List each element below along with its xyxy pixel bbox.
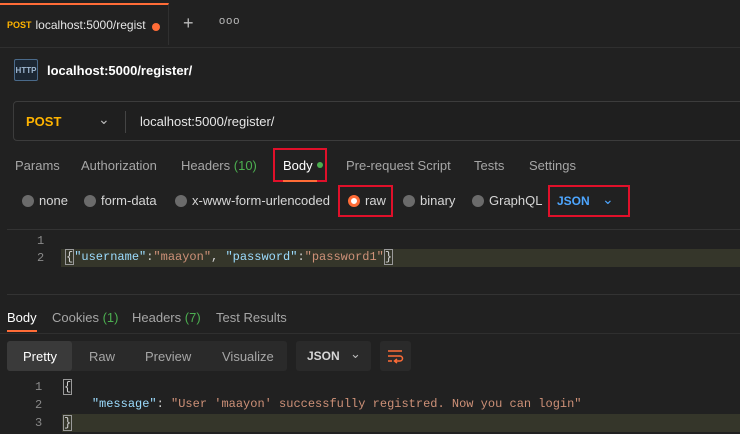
request-name[interactable]: localhost:5000/register/ [47, 63, 192, 78]
json-value: "maayon" [153, 250, 212, 264]
radio-label: binary [420, 193, 456, 208]
response-tab-cookies-count: (1) [102, 310, 119, 325]
radio-label: none [39, 193, 68, 208]
line-number: 1 [35, 380, 43, 394]
tab-tests[interactable]: Tests [474, 158, 504, 173]
response-tab-headers[interactable]: Headers (7) [132, 310, 201, 325]
radio-binary[interactable]: binary [403, 193, 455, 208]
request-body-line: {"username":"maayon", "password":"passwo… [65, 249, 394, 265]
view-visualize-button[interactable]: Visualize [222, 349, 274, 364]
chevron-down-icon[interactable]: ⌄ [350, 346, 361, 362]
line-number: 2 [37, 251, 45, 265]
colon: : [297, 250, 305, 264]
tab-settings[interactable]: Settings [529, 158, 576, 173]
response-body-line: "message": "User 'maayon' successfully r… [63, 397, 582, 411]
tab-headers-count: (10) [233, 158, 257, 173]
body-tab-underline [283, 180, 317, 182]
radio-circle-icon [403, 194, 415, 207]
response-format-label: JSON [307, 349, 340, 363]
radio-label: GraphQL [489, 193, 543, 208]
chevron-down-icon[interactable]: ⌄ [98, 111, 110, 128]
radio-none[interactable]: none [22, 193, 68, 208]
view-preview-button[interactable]: Preview [145, 349, 191, 364]
wrap-lines-icon [388, 350, 404, 364]
response-tab-test-results[interactable]: Test Results [216, 310, 287, 325]
view-raw-button[interactable]: Raw [89, 349, 115, 364]
unsaved-dot-icon [152, 23, 160, 31]
tab-method: POST [7, 20, 32, 30]
active-line-highlight [62, 414, 740, 432]
json-value: "password1" [304, 250, 384, 264]
highlight-box-json [548, 185, 630, 217]
radio-label: form-data [101, 193, 157, 208]
url-divider [125, 111, 126, 133]
tab-title: localhost:5000/regist [35, 18, 146, 32]
new-tab-plus-icon[interactable]: + [183, 13, 194, 34]
line-number: 2 [35, 398, 43, 412]
radio-circle-icon [22, 194, 34, 207]
request-body-editor[interactable]: 1 2 {"username":"maayon", "password":"pa… [7, 229, 740, 295]
more-tabs-icon[interactable]: ooo [219, 15, 240, 27]
response-tab-headers-label: Headers [132, 310, 182, 325]
url-input[interactable]: localhost:5000/register/ [140, 114, 274, 129]
radio-circle-icon [84, 194, 96, 207]
http-icon: HTTP [14, 59, 38, 81]
radio-label: x-www-form-urlencoded [192, 193, 330, 208]
highlight-box-raw [338, 185, 393, 217]
response-tab-body[interactable]: Body [7, 310, 37, 325]
tab-headers-label: Headers [181, 158, 231, 173]
tab-bar: POST localhost:5000/regist + ooo [0, 0, 740, 48]
json-key: "message" [91, 397, 157, 411]
brace: { [65, 249, 75, 265]
tab-pre-request-script[interactable]: Pre-request Script [346, 158, 451, 173]
radio-circle-icon [472, 194, 484, 207]
response-open-brace: { [63, 379, 73, 395]
radio-urlencoded[interactable]: x-www-form-urlencoded [175, 193, 330, 208]
tab-params[interactable]: Params [15, 158, 60, 173]
request-title-row: HTTP localhost:5000/register/ [14, 58, 192, 82]
json-value: "User 'maayon' successfully registred. N… [171, 397, 582, 411]
wrap-lines-button[interactable] [380, 341, 411, 371]
response-tab-cookies-label: Cookies [52, 310, 99, 325]
response-tab-cookies[interactable]: Cookies (1) [52, 310, 118, 325]
highlight-box-body-tab [273, 148, 327, 182]
radio-graphql[interactable]: GraphQL [472, 193, 542, 208]
line-number: 3 [35, 416, 43, 430]
url-bar: POST ⌄ localhost:5000/register/ [13, 101, 740, 141]
colon: : [156, 397, 172, 411]
response-body-underline [7, 330, 37, 332]
json-key: "username" [74, 250, 147, 264]
line-number: 1 [37, 234, 45, 248]
method-select[interactable]: POST [26, 114, 61, 129]
request-tab[interactable]: POST localhost:5000/regist [0, 3, 169, 45]
brace: } [383, 249, 394, 265]
tab-authorization[interactable]: Authorization [81, 158, 157, 173]
radio-circle-icon [175, 194, 187, 207]
response-close-brace: } [63, 415, 73, 431]
tab-headers[interactable]: Headers (10) [181, 158, 257, 173]
radio-form-data[interactable]: form-data [84, 193, 157, 208]
comma: , [211, 250, 226, 264]
response-tab-headers-count: (7) [184, 310, 201, 325]
json-key: "password" [225, 250, 298, 264]
response-separator [0, 333, 740, 334]
view-pretty-button[interactable]: Pretty [23, 349, 57, 364]
